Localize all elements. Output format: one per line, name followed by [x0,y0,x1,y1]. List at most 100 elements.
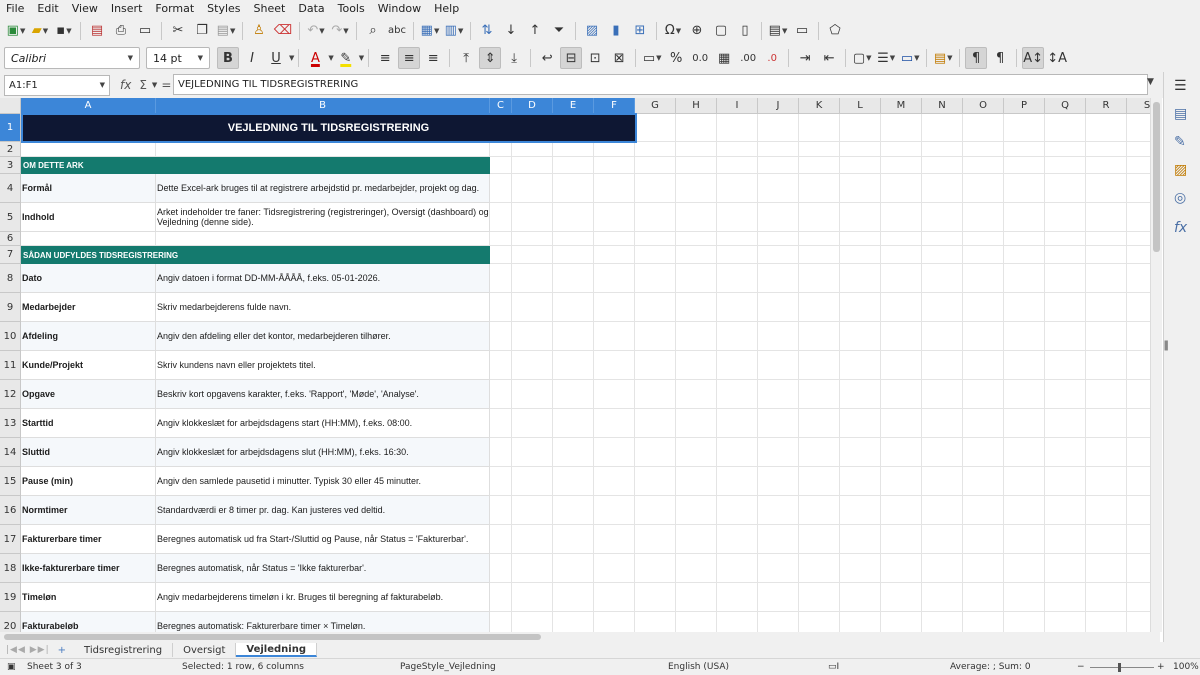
row-header[interactable]: 20 [0,612,21,632]
vertical-scrollbar[interactable] [1150,98,1162,632]
row-header[interactable]: 15 [0,467,21,496]
navigator-icon[interactable]: ◎ [1174,190,1186,206]
hyperlink-icon[interactable]: ⊕ [686,20,708,42]
clear-formatting-icon[interactable]: ⌫ [272,20,294,42]
column-header[interactable]: G [635,98,676,114]
row-header[interactable]: 1 [0,114,21,142]
menu-styles[interactable]: Styles [207,2,240,15]
column-header[interactable]: R [1086,98,1127,114]
currency-format-icon[interactable]: ▭ ▼ [641,47,663,69]
spreadsheet-grid[interactable]: ABCDEFGHIJKLMNOPQRS 1 2 3 4 5 6 7 8 9 10 11 12 13 14 1… [0,98,1160,632]
menu-help[interactable]: Help [434,2,459,15]
about-label-cell[interactable]: Formål [21,174,156,203]
sort-descending-icon[interactable]: ↑ [524,20,546,42]
underline-button[interactable]: U [265,47,287,69]
selection-mode-icon[interactable]: ▭I [828,662,839,672]
field-desc-cell[interactable]: Beregnes automatisk: Fakturerbare timer … [156,612,490,632]
field-desc-cell[interactable]: Angiv klokkeslæt for arbejdsdagens slut … [156,438,490,467]
vertical-scroll-thumb[interactable] [1153,102,1160,252]
tab-oversigt[interactable]: Oversigt [173,643,237,657]
column-header[interactable]: J [758,98,799,114]
field-desc-cell[interactable]: Beregnes automatisk, når Status = 'Ikke … [156,554,490,583]
row-header[interactable]: 3 [0,157,21,174]
formula-equals-icon[interactable]: = [161,78,171,92]
sidebar-collapse-handle-icon[interactable]: ❚ [1162,340,1170,351]
section-header-how-to[interactable]: SÅDAN UDFYLDES TIDSREGISTRERING [21,246,490,264]
sort-icon[interactable]: ⇅ [476,20,498,42]
align-center-icon[interactable]: ≡ [398,47,421,69]
field-label-cell[interactable]: Opgave [21,380,156,409]
find-replace-icon[interactable]: ⌕ [362,20,384,42]
field-desc-cell[interactable]: Beskriv kort opgavens karakter, f.eks. '… [156,380,490,409]
column-header[interactable]: K [799,98,840,114]
column-header[interactable]: I [717,98,758,114]
open-folder-icon[interactable]: ▰ ▼ [29,20,51,42]
insert-image-icon[interactable]: ▨ [581,20,603,42]
redo-icon[interactable]: ↷ ▼ [329,20,351,42]
field-label-cell[interactable]: Sluttid [21,438,156,467]
field-label-cell[interactable]: Ikke-fakturerbare timer [21,554,156,583]
text-orientation-vertical-icon[interactable]: ↕A [1046,47,1068,69]
field-label-cell[interactable]: Fakturabeløb [21,612,156,632]
functions-icon[interactable]: fx [1174,220,1187,236]
field-label-cell[interactable]: Fakturerbare timer [21,525,156,554]
column-header[interactable]: A [21,98,156,114]
menu-sheet[interactable]: Sheet [254,2,286,15]
border-style-icon[interactable]: ☰ ▼ [875,47,897,69]
zoom-out-button[interactable]: − [1077,662,1085,672]
wrap-text-icon[interactable]: ↩ [536,47,558,69]
chevron-down-icon[interactable]: ▼ [152,81,157,89]
bold-button[interactable]: B [217,47,239,69]
chevron-down-icon[interactable]: ▼ [328,54,333,62]
menu-insert[interactable]: Insert [111,2,143,15]
header-footer-icon[interactable]: ▯ [734,20,756,42]
field-desc-cell[interactable]: Angiv den samlede pausetid i minutter. T… [156,467,490,496]
menu-format[interactable]: Format [155,2,194,15]
spelling-icon[interactable]: abc [386,20,408,42]
split-window-icon[interactable]: ▭ [791,20,813,42]
align-bottom-icon[interactable]: ⤓ [503,47,525,69]
row-header[interactable]: 6 [0,232,21,246]
export-pdf-icon[interactable]: ▤ [86,20,108,42]
about-desc-cell[interactable]: Dette Excel-ark bruges til at registrere… [156,174,490,203]
freeze-panes-icon[interactable]: ▤ ▼ [767,20,789,42]
field-label-cell[interactable]: Afdeling [21,322,156,351]
field-desc-cell[interactable]: Beregnes automatisk ud fra Start-/Slutti… [156,525,490,554]
draw-shapes-icon[interactable]: ⬠ [824,20,846,42]
merge-cells-icon[interactable]: ⊡ [584,47,606,69]
row-icon[interactable]: ▦ ▼ [419,20,441,42]
highlight-color-icon[interactable]: ✎ [335,47,357,69]
text-direction-ltr-icon[interactable]: ¶ [965,47,988,69]
conditional-format-icon[interactable]: ▤ ▼ [932,47,954,69]
column-header[interactable]: N [922,98,963,114]
name-box[interactable]: A1:F1 ▼ [4,74,110,96]
column-icon[interactable]: ▥ ▼ [443,20,465,42]
align-left-icon[interactable]: ≡ [374,47,396,69]
font-name-dropdown[interactable]: Calibri ▼ [4,47,140,69]
select-all-corner[interactable] [0,98,21,114]
expand-formula-bar-icon[interactable]: ▼ [1147,77,1154,87]
add-sheet-icon[interactable]: + [58,645,66,656]
horizontal-scroll-thumb[interactable] [4,634,541,640]
decrease-indent-icon[interactable]: ⇤ [818,47,840,69]
comment-icon[interactable]: ▢ [710,20,732,42]
chevron-down-icon[interactable]: ▼ [359,54,364,62]
row-header[interactable]: 17 [0,525,21,554]
percent-format-button[interactable]: % [665,47,687,69]
align-right-icon[interactable]: ≡ [422,47,444,69]
cut-icon[interactable]: ✂ [167,20,189,42]
field-label-cell[interactable]: Medarbejder [21,293,156,322]
row-header[interactable]: 14 [0,438,21,467]
field-desc-cell[interactable]: Skriv kundens navn eller projektets tite… [156,351,490,380]
properties-icon[interactable]: ▤ [1174,106,1187,122]
align-top-icon[interactable]: ⤒ [455,47,477,69]
section-header-about[interactable]: OM DETTE ARK [21,157,490,174]
undo-icon[interactable]: ↶ ▼ [305,20,327,42]
text-direction-rtl-icon[interactable]: ¶ [989,47,1011,69]
field-label-cell[interactable]: Starttid [21,409,156,438]
remove-decimal-button[interactable]: .0 [761,47,783,69]
column-header[interactable]: O [963,98,1004,114]
font-size-dropdown[interactable]: 14 pt ▼ [146,47,210,69]
gallery-icon[interactable]: ▨ [1174,162,1187,178]
new-document-icon[interactable]: ▣ ▼ [5,20,27,42]
